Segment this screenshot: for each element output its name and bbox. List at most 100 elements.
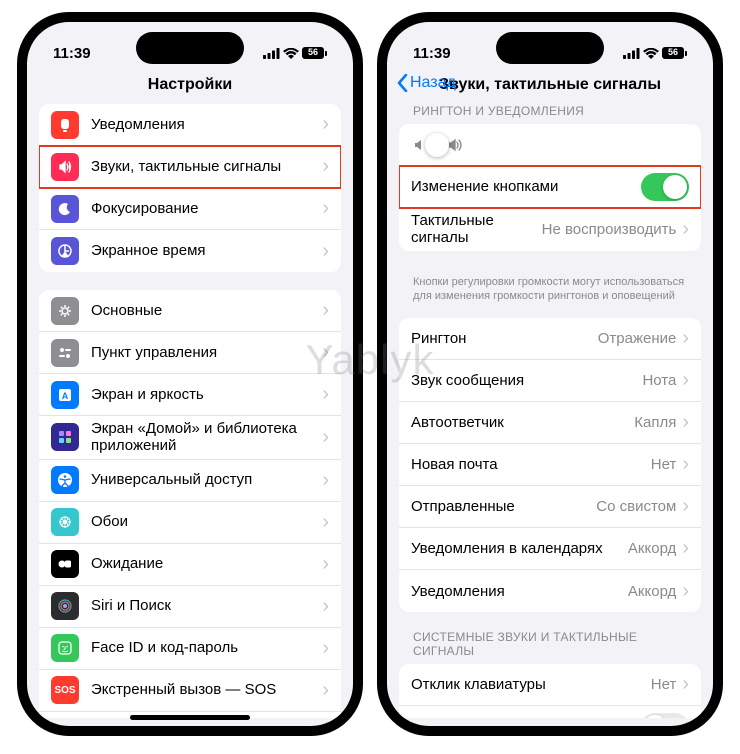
wifi-icon	[643, 48, 659, 59]
row-label: Уведомления	[411, 583, 628, 600]
status-time: 11:39	[413, 45, 451, 62]
row-label: Новая почта	[411, 456, 651, 473]
sound-row-calendar[interactable]: Уведомления в календаряхАккорд›	[399, 528, 701, 570]
settings-row-screentime[interactable]: Экранное время ›	[39, 230, 341, 272]
row-label: Экран и яркость	[91, 386, 316, 403]
row-label: Ожидание	[91, 555, 316, 572]
phone-left: 11:39 56 Настройки Уведомления › Звуки, та…	[17, 12, 363, 736]
system-row-lock-sound[interactable]: Звук блокировки	[399, 706, 701, 718]
chevron-right-icon: ›	[322, 426, 329, 449]
row-value: Нет	[651, 676, 677, 693]
status-time: 11:39	[53, 45, 91, 62]
standby-icon	[51, 550, 79, 578]
section-header-system: СИСТЕМНЫЕ ЗВУКИ И ТАКТИЛЬНЫЕ СИГНАЛЫ	[399, 630, 701, 664]
chevron-right-icon: ›	[322, 679, 329, 702]
home-screen-icon	[51, 423, 79, 451]
settings-row-display[interactable]: AЭкран и яркость›	[39, 374, 341, 416]
change-with-buttons-row[interactable]: Изменение кнопками	[399, 166, 701, 208]
sound-row-voicemail[interactable]: АвтоответчикКапля ›	[399, 402, 701, 444]
haptics-row[interactable]: Тактильные сигналы Не воспроизводить ›	[399, 208, 701, 251]
row-label: Основные	[91, 302, 316, 319]
chevron-right-icon: ›	[322, 553, 329, 576]
haptics-label: Тактильные сигналы	[411, 212, 542, 247]
haptics-value: Не воспроизводить	[542, 221, 677, 238]
row-label: Автоответчик	[411, 414, 634, 431]
row-value: Капля	[634, 414, 676, 431]
chevron-right-icon: ›	[322, 511, 329, 534]
signal-icon	[263, 48, 280, 59]
row-label: Фокусирование	[91, 200, 316, 217]
row-label: Уведомления	[91, 116, 316, 133]
accessibility-icon	[51, 466, 79, 494]
chevron-right-icon: ›	[682, 327, 689, 350]
row-label: Рингтон	[411, 330, 598, 347]
home-indicator	[130, 715, 250, 720]
battery-icon: 56	[302, 47, 327, 59]
settings-row-standby[interactable]: Ожидание ›	[39, 544, 341, 586]
speaker-high-icon	[447, 138, 465, 152]
section-header-ringer: РИНГТОН И УВЕДОМЛЕНИЯ	[399, 104, 701, 124]
row-label: Пункт управления	[91, 344, 316, 361]
chevron-left-icon	[397, 74, 408, 92]
row-value: Нет	[651, 456, 677, 473]
settings-row-sounds[interactable]: Звуки, тактильные сигналы›	[39, 146, 341, 188]
sound-row-sent-mail[interactable]: ОтправленныеСо свистом›	[399, 486, 701, 528]
chevron-right-icon: ›	[322, 341, 329, 364]
page-title: Звуки, тактильные сигналы	[439, 76, 661, 93]
settings-row-general[interactable]: Основные ›	[39, 290, 341, 332]
page-title: Настройки	[27, 70, 353, 104]
row-label: Обои	[91, 513, 316, 530]
settings-row-home-screen[interactable]: Экран «Домой» и библиотека приложений ›	[39, 416, 341, 460]
row-label: Экранное время	[91, 242, 316, 259]
row-label: Экран «Домой» и библиотека приложений	[91, 420, 316, 455]
row-value: Аккорд	[628, 583, 676, 600]
screentime-icon	[51, 237, 79, 265]
faceid-icon	[51, 634, 79, 662]
row-value: Аккорд	[628, 540, 676, 557]
row-label: Siri и Поиск	[91, 597, 316, 614]
back-button[interactable]: Назад	[397, 74, 456, 92]
row-value: Отражение	[598, 330, 677, 347]
row-label: Универсальный доступ	[91, 471, 316, 488]
system-row-keyboard-feedback[interactable]: Отклик клавиатурыНет›	[399, 664, 701, 706]
chevron-right-icon: ›	[322, 637, 329, 660]
chevron-right-icon: ›	[682, 453, 689, 476]
settings-row-wallpaper[interactable]: Обои ›	[39, 502, 341, 544]
back-label: Назад	[410, 74, 456, 92]
chevron-right-icon: ›	[682, 411, 689, 434]
wallpaper-icon	[51, 508, 79, 536]
settings-row-faceid[interactable]: Face ID и код-пароль ›	[39, 628, 341, 670]
row-label: Экстренный вызов — SOS	[91, 681, 316, 698]
svg-text:A: A	[62, 391, 69, 401]
settings-row-sos[interactable]: SOS Экстренный вызов — SOS ›	[39, 670, 341, 712]
sound-row-text-tone[interactable]: Звук сообщенияНота›	[399, 360, 701, 402]
sound-row-reminders[interactable]: УведомленияАккорд›	[399, 570, 701, 612]
settings-row-siri[interactable]: Siri и Поиск›	[39, 586, 341, 628]
sounds-icon	[51, 153, 79, 181]
display-icon: A	[51, 381, 79, 409]
battery-icon: 56	[662, 47, 687, 59]
notifications-icon	[51, 111, 79, 139]
volume-slider-row[interactable]	[399, 124, 701, 166]
chevron-right-icon: ›	[682, 673, 689, 696]
sound-row-ringtone[interactable]: РингтонОтражение ›	[399, 318, 701, 360]
row-label: Отправленные	[411, 498, 596, 515]
settings-row-control-center[interactable]: Пункт управления ›	[39, 332, 341, 374]
sound-row-new-mail[interactable]: Новая почтаНет ›	[399, 444, 701, 486]
dynamic-island	[136, 32, 244, 64]
wifi-icon	[283, 48, 299, 59]
sos-icon: SOS	[51, 676, 79, 704]
change-with-buttons-toggle[interactable]	[641, 173, 689, 201]
row-label: Face ID и код-пароль	[91, 639, 316, 656]
settings-row-accessibility[interactable]: Универсальный доступ›	[39, 460, 341, 502]
signal-icon	[623, 48, 640, 59]
chevron-right-icon: ›	[322, 197, 329, 220]
lock-sound-toggle[interactable]	[641, 713, 689, 718]
chevron-right-icon: ›	[682, 537, 689, 560]
settings-row-notifications[interactable]: Уведомления ›	[39, 104, 341, 146]
chevron-right-icon: ›	[322, 113, 329, 136]
chevron-right-icon: ›	[322, 240, 329, 263]
settings-row-focus[interactable]: Фокусирование ›	[39, 188, 341, 230]
chevron-right-icon: ›	[682, 495, 689, 518]
chevron-right-icon: ›	[322, 299, 329, 322]
